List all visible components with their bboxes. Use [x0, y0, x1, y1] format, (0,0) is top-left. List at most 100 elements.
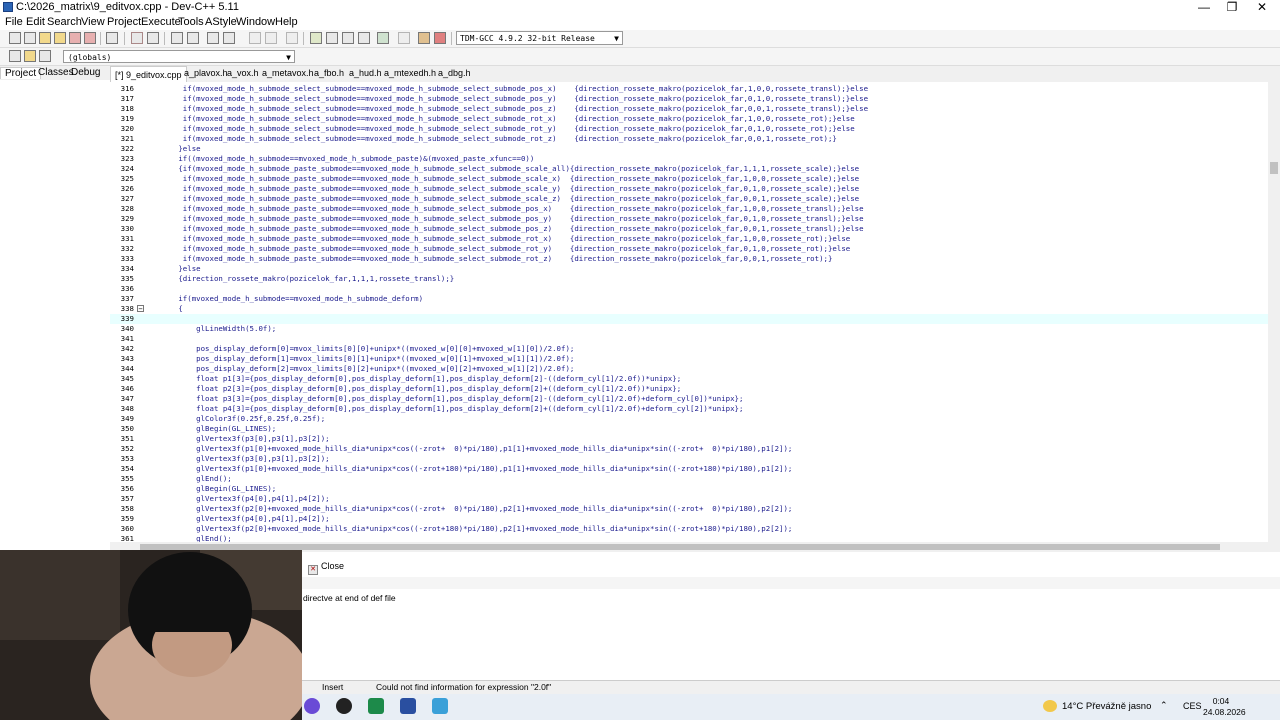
insert-icon[interactable]: [9, 50, 21, 62]
find-icon[interactable]: [171, 32, 183, 44]
run-icon[interactable]: [358, 32, 370, 44]
code-line[interactable]: 322 }else: [110, 144, 1268, 154]
game-icon[interactable]: [368, 698, 384, 714]
code-line[interactable]: 340 glLineWidth(5.0f);: [110, 324, 1268, 334]
close-panel-button[interactable]: ✕ Close: [308, 559, 344, 575]
code-line[interactable]: 346 float p2[3]={pos_display_deform[0],p…: [110, 384, 1268, 394]
code-text[interactable]: if(mvoxed_mode_h_submode_paste_submode==…: [165, 204, 864, 214]
code-line[interactable]: 329 if(mvoxed_mode_h_submode_paste_submo…: [110, 214, 1268, 224]
obs-icon[interactable]: [336, 698, 352, 714]
code-text[interactable]: {if(mvoxed_mode_h_submode_paste_submode=…: [165, 164, 859, 174]
code-line[interactable]: 332 if(mvoxed_mode_h_submode_paste_submo…: [110, 244, 1268, 254]
code-text[interactable]: pos_display_deform[2]=mvox_limits[0][2]+…: [165, 364, 574, 374]
scope-select[interactable]: (globals) ▼: [63, 50, 295, 63]
code-line[interactable]: 336: [110, 284, 1268, 294]
code-text[interactable]: if(mvoxed_mode_h_submode_paste_submode==…: [165, 224, 864, 234]
weather-icon[interactable]: [1043, 700, 1057, 712]
code-line[interactable]: 355 glEnd();: [110, 474, 1268, 484]
menu-edit[interactable]: Edit: [26, 16, 45, 28]
new-class-icon[interactable]: [286, 32, 298, 44]
code-line[interactable]: 353 glVertex3f(p3[0],p3[1],p3[2]);: [110, 454, 1268, 464]
code-text[interactable]: if(mvoxed_mode_h_submode_select_submode=…: [165, 124, 855, 134]
new-project-icon[interactable]: [310, 32, 322, 44]
code-line[interactable]: 359 glVertex3f(p4[0],p4[1],p4[2]);: [110, 514, 1268, 524]
code-text[interactable]: glVertex3f(p3[0],p3[1],p3[2]);: [165, 434, 330, 444]
code-line[interactable]: 358 glVertex3f(p2[0]+mvoxed_mode_hills_d…: [110, 504, 1268, 514]
code-line[interactable]: 325 if(mvoxed_mode_h_submode_paste_submo…: [110, 174, 1268, 184]
tab-debug[interactable]: Debug: [67, 67, 104, 78]
code-text[interactable]: glVertex3f(p4[0],p4[1],p4[2]);: [165, 514, 330, 524]
menu-search[interactable]: Search: [47, 16, 82, 28]
code-line[interactable]: 334 }else: [110, 264, 1268, 274]
compile-icon[interactable]: [342, 32, 354, 44]
chevron-up-icon[interactable]: ⌃: [1160, 700, 1168, 711]
code-text[interactable]: [165, 314, 183, 324]
scrollbar-thumb[interactable]: [1270, 162, 1278, 174]
code-line[interactable]: 345 float p1[3]={pos_display_deform[0],p…: [110, 374, 1268, 384]
code-text[interactable]: if(mvoxed_mode_h_submode==mvoxed_mode_h_…: [165, 294, 423, 304]
code-text[interactable]: if(mvoxed_mode_h_submode_paste_submode==…: [165, 244, 850, 254]
code-line[interactable]: 323 if((mvoxed_mode_h_submode==mvoxed_mo…: [110, 154, 1268, 164]
code-text[interactable]: float p2[3]={pos_display_deform[0],pos_d…: [165, 384, 681, 394]
save-icon[interactable]: [39, 32, 51, 44]
menu-help[interactable]: Help: [275, 16, 298, 28]
code-text[interactable]: glVertex3f(p1[0]+mvoxed_mode_hills_dia*u…: [165, 464, 792, 474]
code-line[interactable]: 316 if(mvoxed_mode_h_submode_select_subm…: [110, 84, 1268, 94]
code-line[interactable]: 324 {if(mvoxed_mode_h_submode_paste_subm…: [110, 164, 1268, 174]
code-text[interactable]: if(mvoxed_mode_h_submode_paste_submode==…: [165, 214, 864, 224]
code-text[interactable]: if(mvoxed_mode_h_submode_paste_submode==…: [165, 194, 859, 204]
code-line[interactable]: 321 if(mvoxed_mode_h_submode_select_subm…: [110, 134, 1268, 144]
code-line[interactable]: 327 if(mvoxed_mode_h_submode_paste_submo…: [110, 194, 1268, 204]
code-line[interactable]: 335 {direction_rossete_makro(pozicelok_f…: [110, 274, 1268, 284]
code-text[interactable]: glBegin(GL_LINES);: [165, 424, 276, 434]
save-all-icon[interactable]: [54, 32, 66, 44]
code-line[interactable]: 339: [110, 314, 1268, 324]
code-line[interactable]: 320 if(mvoxed_mode_h_submode_select_subm…: [110, 124, 1268, 134]
code-text[interactable]: if(mvoxed_mode_h_submode_paste_submode==…: [165, 184, 859, 194]
code-line[interactable]: 326 if(mvoxed_mode_h_submode_paste_submo…: [110, 184, 1268, 194]
file-tab-a-dbg-h[interactable]: a_dbg.h: [434, 68, 475, 78]
indent-icon[interactable]: [249, 32, 261, 44]
code-line[interactable]: 354 glVertex3f(p1[0]+mvoxed_mode_hills_d…: [110, 464, 1268, 474]
code-text[interactable]: glVertex3f(p1[0]+mvoxed_mode_hills_dia*u…: [165, 444, 792, 454]
open-file-icon[interactable]: [24, 32, 36, 44]
code-text[interactable]: if(mvoxed_mode_h_submode_select_submode=…: [165, 104, 868, 114]
code-line[interactable]: 331 if(mvoxed_mode_h_submode_paste_submo…: [110, 234, 1268, 244]
code-text[interactable]: if((mvoxed_mode_h_submode==mvoxed_mode_h…: [165, 154, 534, 164]
code-line[interactable]: 342 pos_display_deform[0]=mvox_limits[0]…: [110, 344, 1268, 354]
code-line[interactable]: 328 if(mvoxed_mode_h_submode_paste_submo…: [110, 204, 1268, 214]
code-text[interactable]: float p1[3]={pos_display_deform[0],pos_d…: [165, 374, 681, 384]
redo-icon[interactable]: [147, 32, 159, 44]
editor-vertical-scrollbar[interactable]: [1268, 82, 1280, 542]
replace-icon[interactable]: [187, 32, 199, 44]
code-text[interactable]: glEnd();: [165, 474, 232, 484]
minimize-button[interactable]: —: [1190, 0, 1218, 15]
code-line[interactable]: 357 glVertex3f(p4[0],p4[1],p4[2]);: [110, 494, 1268, 504]
close-all-icon[interactable]: [84, 32, 96, 44]
menu-window[interactable]: Window: [236, 16, 275, 28]
code-text[interactable]: glVertex3f(p3[0],p3[1],p3[2]);: [165, 454, 330, 464]
file-tab-a-mtexedh-h[interactable]: a_mtexedh.h: [380, 68, 440, 78]
code-text[interactable]: {direction_rossete_makro(pozicelok_far,1…: [165, 274, 454, 284]
code-text[interactable]: glVertex3f(p2[0]+mvoxed_mode_hills_dia*u…: [165, 504, 792, 514]
restore-button[interactable]: ❐: [1218, 0, 1246, 15]
file-tab-9-editvox-cpp[interactable]: [*] 9_editvox.cpp: [110, 66, 187, 83]
menu-project[interactable]: Project: [107, 16, 141, 28]
goto-definition-icon[interactable]: [39, 50, 51, 62]
code-text[interactable]: }else: [165, 264, 200, 274]
code-line[interactable]: 333 if(mvoxed_mode_h_submode_paste_submo…: [110, 254, 1268, 264]
code-line[interactable]: 350 glBegin(GL_LINES);: [110, 424, 1268, 434]
code-text[interactable]: glColor3f(0.25f,0.25f,0.25f);: [165, 414, 325, 424]
menu-execute[interactable]: Execute: [141, 16, 181, 28]
close-file-icon[interactable]: [69, 32, 81, 44]
code-line[interactable]: 344 pos_display_deform[2]=mvox_limits[0]…: [110, 364, 1268, 374]
code-text[interactable]: glLineWidth(5.0f);: [165, 324, 276, 334]
code-line[interactable]: 330 if(mvoxed_mode_h_submode_paste_submo…: [110, 224, 1268, 234]
file-tab-a-metavox-h[interactable]: a_metavox.h: [258, 68, 318, 78]
code-text[interactable]: if(mvoxed_mode_h_submode_paste_submode==…: [165, 174, 859, 184]
goto-declaration-icon[interactable]: [24, 50, 36, 62]
menu-tools[interactable]: Tools: [178, 16, 204, 28]
code-line[interactable]: 352 glVertex3f(p1[0]+mvoxed_mode_hills_d…: [110, 444, 1268, 454]
code-text[interactable]: glBegin(GL_LINES);: [165, 484, 276, 494]
project-options-icon[interactable]: [326, 32, 338, 44]
